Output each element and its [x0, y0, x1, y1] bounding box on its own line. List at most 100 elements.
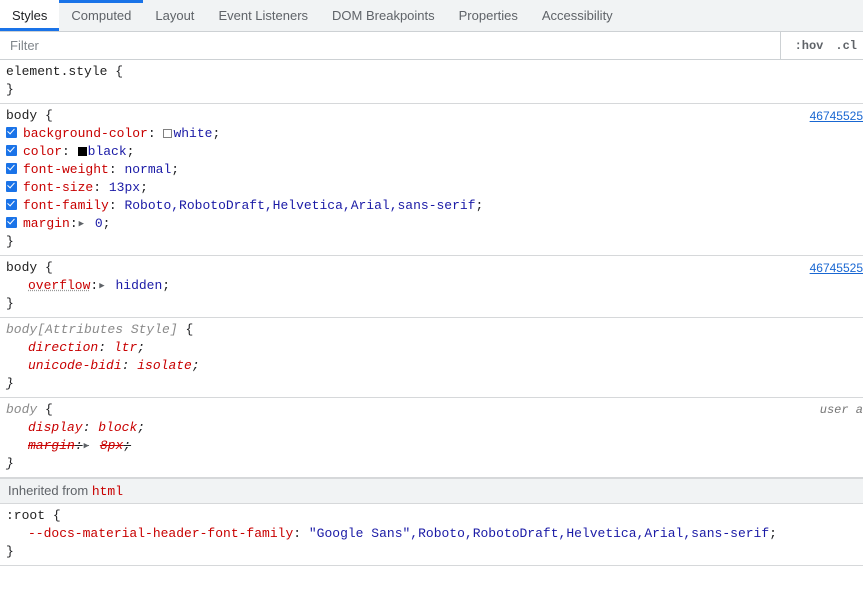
css-declaration[interactable]: color: black; — [0, 143, 863, 161]
tab-styles[interactable]: Styles — [0, 0, 59, 31]
rule-selector[interactable]: body — [6, 108, 37, 123]
css-declaration[interactable]: unicode-bidi: isolate; — [0, 357, 863, 375]
declaration-property[interactable]: display — [28, 420, 83, 435]
declaration-property[interactable]: unicode-bidi — [28, 358, 122, 373]
declaration-value[interactable]: block — [98, 420, 137, 435]
declaration-property[interactable]: font-size — [23, 180, 93, 195]
css-declaration[interactable]: background-color: white; — [0, 125, 863, 143]
declaration-enabled-checkbox[interactable] — [6, 163, 17, 174]
tab-computed[interactable]: Computed — [59, 0, 143, 31]
declaration-enabled-checkbox[interactable] — [6, 217, 17, 228]
declaration-enabled-checkbox[interactable] — [6, 199, 17, 210]
css-rule[interactable]: body[Attributes Style] {direction: ltr;u… — [0, 318, 863, 398]
css-declaration[interactable]: margin:▶ 8px; — [0, 437, 863, 455]
declaration-value[interactable]: isolate — [137, 358, 192, 373]
declaration-property[interactable]: background-color — [23, 126, 148, 141]
css-declaration[interactable]: display: block; — [0, 419, 863, 437]
color-swatch-icon[interactable] — [163, 129, 172, 138]
css-rule[interactable]: :root {--docs-material-header-font-famil… — [0, 504, 863, 566]
css-rule[interactable]: user a body { display: block;margin:▶ 8px;… — [0, 398, 863, 478]
stylesheet-link[interactable]: 46745525 — [810, 107, 863, 125]
rule-selector-line: element.style { — [0, 63, 863, 81]
color-swatch-icon[interactable] — [78, 147, 87, 156]
declaration-value[interactable]: ltr — [114, 340, 137, 355]
declaration-enabled-checkbox[interactable] — [6, 181, 17, 192]
declaration-value[interactable]: white — [173, 126, 212, 141]
css-declaration[interactable]: --docs-material-header-font-family: "Goo… — [0, 525, 863, 543]
rule-selector[interactable]: element.style — [6, 64, 107, 79]
close-brace: } — [0, 233, 863, 251]
filter-input[interactable] — [0, 33, 780, 59]
expand-shorthand-arrow-icon[interactable]: ▶ — [99, 277, 104, 295]
css-rule[interactable]: 46745525body {background-color: white;co… — [0, 104, 863, 256]
declaration-property[interactable]: margin — [28, 438, 75, 453]
declaration-value[interactable]: hidden — [115, 278, 162, 293]
tab-accessibility[interactable]: Accessibility — [530, 0, 625, 31]
css-rule[interactable]: 46745525body {overflow:▶ hidden;} — [0, 256, 863, 318]
cls-toggle-button[interactable]: .cl — [835, 39, 857, 53]
declaration-value[interactable]: Roboto,RobotoDraft,Helvetica,Arial,sans-… — [124, 198, 475, 213]
css-declaration[interactable]: margin:▶ 0; — [0, 215, 863, 233]
css-declaration[interactable]: direction: ltr; — [0, 339, 863, 357]
styles-rules-pane[interactable]: element.style {} 46745525 body { background… — [0, 60, 863, 603]
open-brace: { — [37, 402, 53, 417]
declaration-space — [156, 126, 164, 141]
tab-label: Styles — [12, 8, 47, 23]
declaration-property[interactable]: --docs-material-header-font-family — [28, 526, 293, 541]
declaration-semicolon: ; — [137, 340, 145, 355]
declaration-colon: : — [109, 162, 117, 177]
css-rule[interactable]: element.style {} — [0, 60, 863, 104]
tab-label: DOM Breakpoints — [332, 8, 435, 23]
declaration-enabled-checkbox[interactable] — [6, 127, 17, 138]
tab-layout[interactable]: Layout — [143, 0, 206, 31]
css-declaration[interactable]: overflow:▶ hidden; — [0, 277, 863, 295]
declaration-enabled-checkbox[interactable] — [6, 145, 17, 156]
declaration-space — [101, 180, 109, 195]
declaration-property[interactable]: font-family — [23, 198, 109, 213]
declaration-colon: : — [148, 126, 156, 141]
declaration-semicolon: ; — [162, 278, 170, 293]
declaration-value[interactable]: normal — [124, 162, 171, 177]
rule-selector-line: body[Attributes Style] { — [0, 321, 863, 339]
declaration-semicolon: ; — [127, 144, 135, 159]
rule-selector[interactable]: body[Attributes Style] — [6, 322, 178, 337]
declaration-value[interactable]: 0 — [95, 216, 103, 231]
tab-label: Layout — [155, 8, 194, 23]
rule-selector[interactable]: :root — [6, 508, 45, 523]
declaration-colon: : — [90, 278, 98, 293]
stylesheet-link[interactable]: 46745525 — [810, 259, 863, 277]
declaration-space — [301, 526, 309, 541]
declaration-colon: : — [109, 198, 117, 213]
devtools-sidebar-tabbar: Styles Computed Layout Event Listeners DOM B… — [0, 0, 863, 32]
declaration-property[interactable]: font-weight — [23, 162, 109, 177]
tab-event-listeners[interactable]: Event Listeners — [206, 0, 320, 31]
declaration-property[interactable]: overflow — [28, 278, 90, 293]
inherited-node-link[interactable]: html — [92, 484, 123, 499]
rule-selector[interactable]: body — [6, 260, 37, 275]
declaration-property[interactable]: direction — [28, 340, 98, 355]
rule-origin-label: user a — [820, 401, 863, 419]
tab-label: Computed — [71, 8, 131, 23]
css-declaration[interactable]: font-size: 13px; — [0, 179, 863, 197]
hov-toggle-button[interactable]: :hov — [795, 39, 824, 53]
expand-shorthand-arrow-icon[interactable]: ▶ — [84, 437, 89, 455]
inherited-from-header: Inherited from html — [0, 478, 863, 504]
inherited-label: Inherited from — [8, 483, 88, 498]
rule-selector-line: :root { — [0, 507, 863, 525]
declaration-semicolon: ; — [123, 438, 131, 453]
declaration-property[interactable]: margin — [23, 216, 70, 231]
css-declaration[interactable]: font-family: Roboto,RobotoDraft,Helvetic… — [0, 197, 863, 215]
tab-dom-breakpoints[interactable]: DOM Breakpoints — [320, 0, 447, 31]
css-declaration[interactable]: font-weight: normal; — [0, 161, 863, 179]
close-brace: } — [0, 295, 863, 313]
declaration-property[interactable]: color — [23, 144, 62, 159]
declaration-value[interactable]: 13px — [109, 180, 140, 195]
expand-shorthand-arrow-icon[interactable]: ▶ — [79, 215, 84, 233]
declaration-value[interactable]: black — [88, 144, 127, 159]
declaration-semicolon: ; — [103, 216, 111, 231]
declaration-value[interactable]: 8px — [100, 438, 123, 453]
tab-properties[interactable]: Properties — [447, 0, 530, 31]
declaration-value[interactable]: "Google Sans",Roboto,RobotoDraft,Helveti… — [309, 526, 769, 541]
declaration-colon: : — [62, 144, 70, 159]
rule-selector[interactable]: body — [6, 402, 37, 417]
